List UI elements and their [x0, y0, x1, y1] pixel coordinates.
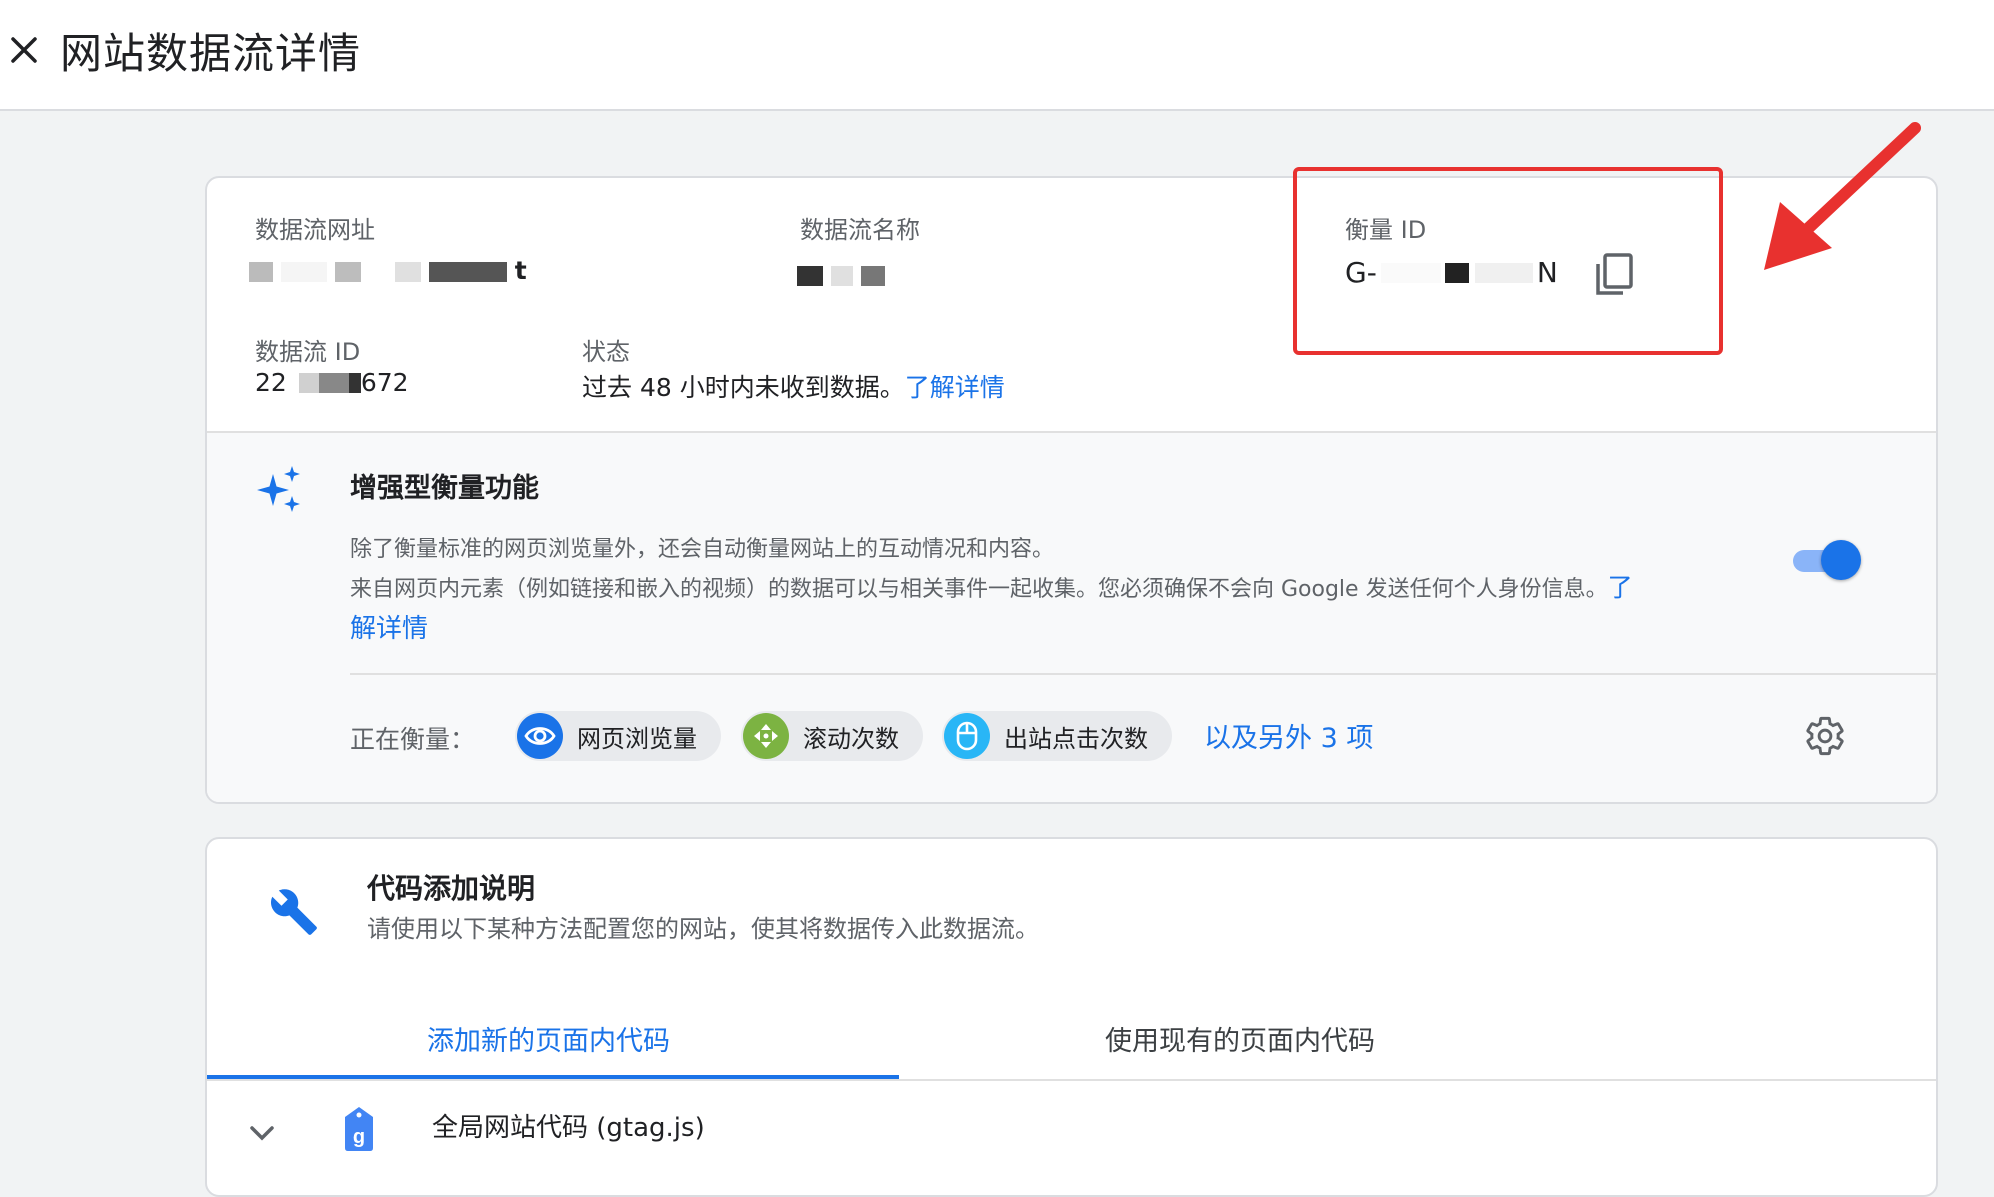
gear-icon [1806, 716, 1844, 756]
enhanced-divider [350, 673, 1936, 675]
enhanced-learn-more-link[interactable]: 解详情 [350, 609, 1770, 649]
redacted-block [368, 262, 387, 282]
tag-icon: g [345, 1107, 373, 1151]
close-button[interactable] [4, 30, 44, 70]
tab-use-existing-code[interactable]: 使用现有的页面内代码 [1105, 1019, 1375, 1058]
stream-id-value[interactable]: 22 672 [255, 368, 409, 397]
mouse-icon [944, 713, 990, 759]
redacted-block [394, 262, 421, 282]
settings-button[interactable] [1803, 714, 1847, 758]
chip-page-views-label: 网页浏览量 [577, 724, 697, 753]
enhanced-desc-line2-text: 来自网页内元素（例如链接和嵌入的视频）的数据可以与相关事件一起收集。您必须确保不… [350, 577, 1608, 602]
redacted-block [797, 266, 823, 286]
annotation-highlight-box [1293, 167, 1723, 355]
page-title: 网站数据流详情 [60, 29, 362, 78]
chip-page-views[interactable]: 网页浏览量 [515, 711, 721, 761]
close-icon [11, 37, 37, 63]
status-text: 过去 48 小时内未收到数据。 [582, 373, 905, 402]
stream-url-label: 数据流网址 [255, 216, 375, 244]
enhanced-desc-line2: 来自网页内元素（例如链接和嵌入的视频）的数据可以与相关事件一起收集。您必须确保不… [350, 569, 1770, 609]
measuring-label: 正在衡量： [350, 725, 476, 754]
stream-id-label: 数据流 ID [255, 338, 361, 366]
eye-icon [517, 713, 563, 759]
enhanced-desc-line1: 除了衡量标准的网页浏览量外，还会自动衡量网站上的互动情况和内容。 [350, 537, 1055, 562]
stream-name-value[interactable] [797, 260, 907, 294]
code-setup-title: 代码添加说明 [367, 872, 536, 905]
redacted-block [860, 266, 885, 286]
chevron-down-icon [250, 1126, 274, 1141]
redacted-block [830, 266, 853, 286]
enhanced-measurement-toggle[interactable] [1787, 540, 1863, 580]
status-value: 过去 48 小时内未收到数据。了解详情 [582, 368, 1005, 404]
chip-outbound-clicks[interactable]: 出站点击次数 [942, 711, 1172, 761]
redacted-block [348, 372, 361, 393]
redacted-block [428, 262, 507, 282]
top-bar: 网站数据流详情 [0, 0, 1994, 111]
redacted-block [298, 372, 319, 393]
status-label: 状态 [582, 338, 630, 366]
tab-add-new-code[interactable]: 添加新的页面内代码 [427, 1019, 670, 1058]
sparkle-icon [257, 466, 300, 512]
redacted-block [249, 262, 273, 282]
svg-text:g: g [353, 1126, 365, 1148]
enhanced-title: 增强型衡量功能 [350, 473, 539, 504]
gtag-row-label: 全局网站代码 (gtag.js) [432, 1113, 705, 1143]
annotation-arrow [1764, 122, 1921, 270]
stream-id-suffix: 672 [360, 368, 409, 397]
stream-url-value[interactable]: t [249, 256, 569, 290]
stream-name-label: 数据流名称 [800, 216, 920, 244]
redacted-block [334, 262, 361, 282]
wrench-icon [270, 889, 317, 935]
status-learn-more-link[interactable]: 了解详情 [905, 373, 1005, 402]
chip-scrolls[interactable]: 滚动次数 [741, 711, 923, 761]
scroll-icon [743, 713, 789, 759]
gtag-row[interactable]: g 全局网站代码 (gtag.js) [207, 1081, 1936, 1195]
stream-id-prefix: 22 [255, 368, 287, 397]
code-setup-subtitle: 请使用以下某种方法配置您的网站，使其将数据传入此数据流。 [367, 915, 1039, 943]
redacted-block [280, 262, 327, 282]
url-tail: t [514, 256, 527, 285]
more-measurements-link[interactable]: 以及另外 3 项 [1204, 716, 1373, 755]
toggle-knob [1821, 540, 1861, 580]
redacted-block [318, 372, 349, 393]
enhanced-description: 除了衡量标准的网页浏览量外，还会自动衡量网站上的互动情况和内容。 来自网页内元素… [350, 531, 1770, 649]
chip-scrolls-label: 滚动次数 [803, 724, 899, 753]
code-setup-card: 代码添加说明 请使用以下某种方法配置您的网站，使其将数据传入此数据流。 添加新的… [205, 837, 1938, 1197]
enhanced-learn-more-part1[interactable]: 了 [1608, 573, 1633, 602]
chip-outbound-clicks-label: 出站点击次数 [1004, 724, 1148, 753]
